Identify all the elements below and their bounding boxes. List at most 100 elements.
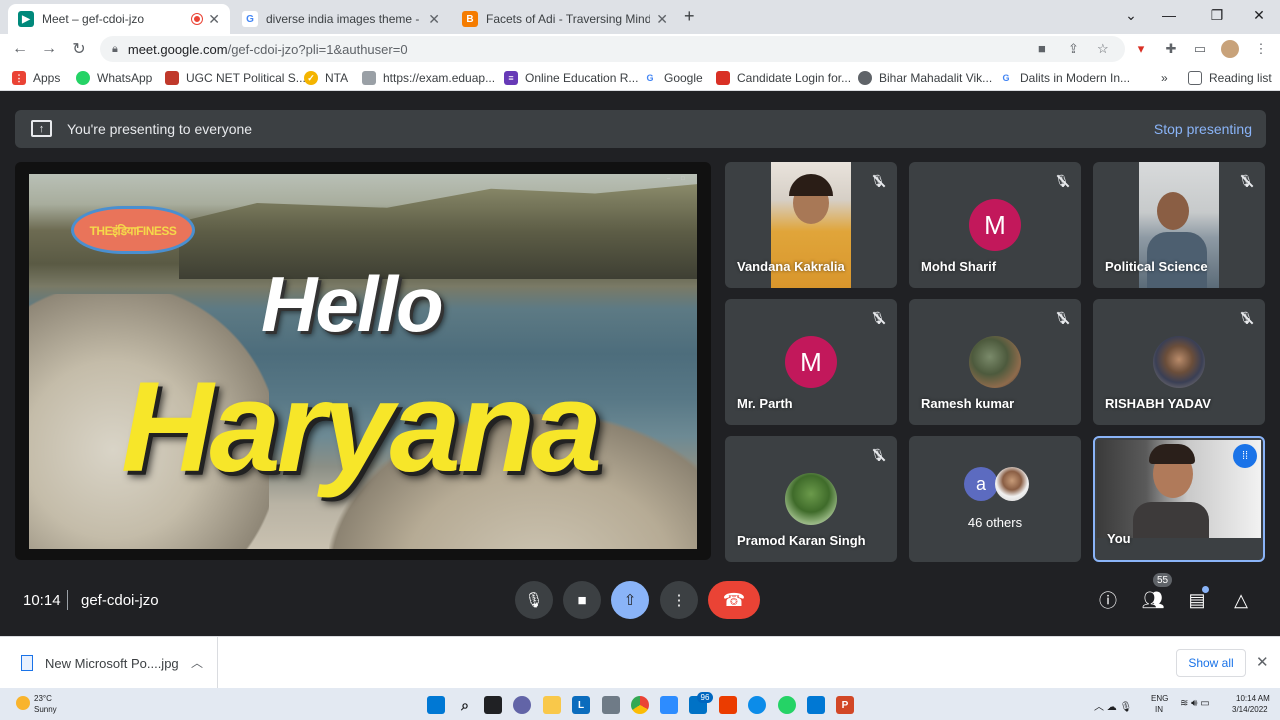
chevron-up-icon[interactable]: ︿	[191, 654, 203, 671]
participant-tile[interactable]: 🎙︎ Ramesh kumar	[909, 299, 1081, 425]
download-item[interactable]: New Microsoft Po....jpg ︿	[0, 637, 218, 688]
camera-button[interactable]: ■	[563, 581, 601, 619]
bookmark-dalits[interactable]: G Dalits in Modern In...	[999, 69, 1130, 87]
self-tile[interactable]: ⁞⁞ You	[1093, 436, 1265, 562]
meeting-info-button[interactable]: ⓘ	[1096, 588, 1120, 612]
zoom-icon[interactable]	[660, 696, 678, 714]
network-volume-battery-icons[interactable]: ≋ 🔊︎ ▭	[1180, 698, 1210, 709]
candidate-icon	[716, 71, 730, 85]
start-windows-icon[interactable]	[427, 696, 445, 714]
tab-meet[interactable]: ▶ Meet – gef-cdoi-jzo ✕	[8, 4, 230, 34]
people-button[interactable]: 👥︎	[1141, 588, 1165, 612]
teams-chat-icon[interactable]	[513, 696, 531, 714]
self-name: You	[1107, 531, 1131, 546]
address-bar[interactable]: 🔒︎ meet.google.com/gef-cdoi-jzo?pli=1&au…	[100, 36, 1125, 62]
mail-badge: 96	[697, 692, 713, 703]
taskbar-time[interactable]: 10:14 AM	[1236, 694, 1270, 703]
file-explorer-icon[interactable]	[543, 696, 561, 714]
bookmark-whatsapp[interactable]: WhatsApp	[76, 69, 152, 87]
camera-icon: ■	[577, 591, 587, 609]
bookmark-google[interactable]: G Google	[643, 69, 703, 87]
camera-permission-icon[interactable]: ■	[1038, 41, 1046, 56]
chrome-icon[interactable]	[631, 696, 649, 714]
tab-blogger[interactable]: B Facets of Adi - Traversing Mind: T ✕	[452, 4, 678, 34]
meeting-clock: 10:14	[23, 592, 61, 609]
reading-list-button[interactable]: Reading list	[1188, 69, 1272, 87]
leave-call-button[interactable]: ☎︎	[708, 581, 760, 619]
weather-sun-icon[interactable]	[16, 696, 30, 710]
tab-google-search[interactable]: G diverse india images theme - Go ✕	[232, 4, 450, 34]
participant-tile[interactable]: 🎙︎ RISHABH YADAV	[1093, 299, 1265, 425]
participant-tile[interactable]: 🎙︎ M Mr. Parth	[725, 299, 897, 425]
close-tab-icon[interactable]: ✕	[208, 11, 220, 28]
participant-avatar: M	[969, 199, 1021, 251]
share-icon[interactable]: ⇪	[1068, 41, 1079, 57]
hair-shape	[1149, 444, 1195, 464]
close-tab-icon[interactable]: ✕	[656, 11, 668, 28]
bookmark-nta[interactable]: ✓ NTA	[304, 69, 348, 87]
more-options-button[interactable]: ⋮	[660, 581, 698, 619]
l-app-icon[interactable]: L	[572, 696, 590, 714]
minimize-button[interactable]: —	[1146, 0, 1192, 30]
bookmark-ugc-net[interactable]: UGC NET Political S...	[165, 69, 306, 87]
reload-button[interactable]: ↻	[68, 38, 90, 60]
bookmark-exam[interactable]: https://exam.eduap...	[362, 69, 495, 87]
new-tab-button[interactable]: +	[684, 6, 695, 27]
bookmarks-bar: ⋮ Apps WhatsApp UGC NET Political S... ✓ N…	[0, 64, 1280, 91]
show-all-button[interactable]: Show all	[1176, 649, 1246, 677]
others-count: 46 others	[967, 515, 1023, 530]
stop-presenting-button[interactable]: Stop presenting	[1154, 121, 1252, 137]
language-region: IN	[1155, 705, 1163, 714]
bookmark-bihar[interactable]: Bihar Mahadalit Vik...	[858, 69, 992, 87]
powerpoint-icon[interactable]: P	[836, 696, 854, 714]
bookmark-apps[interactable]: ⋮ Apps	[12, 69, 60, 87]
whatsapp-icon[interactable]	[778, 696, 796, 714]
bookmark-star-icon[interactable]: ☆	[1097, 41, 1109, 57]
whatsapp-icon	[76, 71, 90, 85]
close-shelf-icon[interactable]: ✕	[1256, 653, 1269, 671]
participant-tile-others[interactable]: a 46 others	[909, 436, 1081, 562]
bookmark-label: Candidate Login for...	[737, 71, 852, 85]
menu-icon[interactable]: ⋮	[1252, 40, 1270, 58]
bookmarks-overflow-button[interactable]: »	[1161, 69, 1168, 87]
participant-tile[interactable]: 🎙︎ M Mohd Sharif	[909, 162, 1081, 288]
activities-button[interactable]: △	[1229, 588, 1253, 612]
office-icon[interactable]	[719, 696, 737, 714]
store-icon[interactable]	[807, 696, 825, 714]
bookmark-label: Online Education R...	[525, 71, 639, 85]
shirt-shape	[1133, 502, 1209, 538]
extension-icon[interactable]: ▾	[1132, 40, 1150, 58]
bookmark-candidate-login[interactable]: Candidate Login for...	[716, 69, 851, 87]
microphone-button[interactable]: 🎙︎	[515, 581, 553, 619]
close-tab-icon[interactable]: ✕	[428, 11, 440, 28]
windows-taskbar: 23°C Sunny ⌕ L 96 P ︿ ☁︎ 🎙︎ ENG IN ≋ 🔊︎ …	[0, 688, 1280, 720]
mic-off-icon: 🎙︎	[870, 174, 886, 188]
reading-list-label: Reading list	[1209, 71, 1272, 85]
profile-avatar[interactable]	[1221, 40, 1239, 58]
puzzle-icon[interactable]: ✚	[1162, 40, 1180, 58]
language-code[interactable]: ENG	[1151, 694, 1168, 703]
bookmark-label: WhatsApp	[97, 71, 153, 85]
system-tray-icons[interactable]: ︿ ☁︎ 🎙︎	[1094, 698, 1132, 713]
participant-tile[interactable]: 🎙︎ Vandana Kakralia	[725, 162, 897, 288]
task-view-icon[interactable]	[484, 696, 502, 714]
maximize-button[interactable]: ❐	[1194, 0, 1240, 30]
participant-tile[interactable]: 🎙︎ Pramod Karan Singh	[725, 436, 897, 562]
end-call-icon: ☎︎	[722, 589, 746, 610]
forward-button[interactable]: →	[38, 38, 60, 60]
downloads-shelf: New Microsoft Po....jpg ︿ Show all ✕	[0, 636, 1280, 688]
google-icon: G	[999, 71, 1013, 85]
camera-app-icon[interactable]	[602, 696, 620, 714]
cast-icon[interactable]: ▭	[1191, 40, 1209, 58]
download-filename: New Microsoft Po....jpg	[45, 656, 179, 671]
bookmark-online-education[interactable]: ≡ Online Education R...	[504, 69, 638, 87]
present-now-button[interactable]: ⇧	[611, 581, 649, 619]
close-window-button[interactable]: ✕	[1236, 0, 1280, 30]
participant-tile[interactable]: 🎙︎ Political Science	[1093, 162, 1265, 288]
back-button[interactable]: ←	[9, 38, 31, 60]
chat-unread-dot	[1202, 586, 1209, 593]
search-icon[interactable]: ⌕	[456, 696, 474, 714]
edge-icon[interactable]	[748, 696, 766, 714]
lock-icon: 🔒︎	[112, 42, 118, 55]
activities-icon: △	[1234, 589, 1248, 610]
